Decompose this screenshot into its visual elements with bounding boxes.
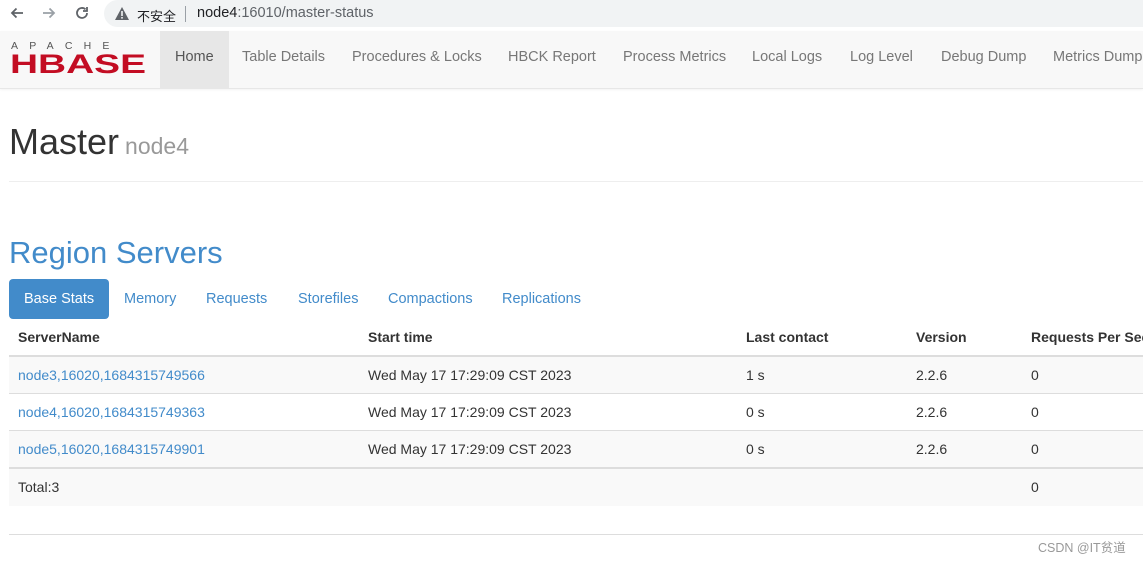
hbase-logo[interactable]: APACHE HBASE — [10, 39, 146, 75]
main-navbar: APACHE HBASE Home Table Details Procedures… — [0, 31, 1143, 89]
reload-icon — [76, 7, 88, 19]
section-title: Region Servers — [9, 235, 223, 270]
column-header[interactable]: Version — [916, 329, 967, 345]
browser-toolbar: 不安全 node4:16010/master-status — [0, 0, 1143, 27]
nav-item-process-metrics[interactable]: Process Metrics — [608, 31, 741, 88]
footer-divider — [9, 534, 1143, 535]
table-cell: 1 s — [746, 367, 765, 383]
tab-compactions[interactable]: Compactions — [373, 279, 488, 319]
nav-item-home[interactable]: Home — [160, 31, 229, 88]
server-name-link[interactable]: node3,16020,1684315749566 — [18, 367, 205, 383]
tab-storefiles[interactable]: Storefiles — [283, 279, 373, 319]
page-title-text: Master — [9, 121, 120, 162]
column-header[interactable]: Last contact — [746, 329, 828, 345]
table-cell: Wed May 17 17:29:09 CST 2023 — [368, 441, 572, 457]
page-title: Master node4 — [9, 120, 189, 168]
url-divider — [185, 6, 186, 22]
url-text[interactable]: node4:16010/master-status — [197, 5, 374, 21]
page-subtitle: node4 — [125, 133, 189, 159]
table-cell: 0 — [1031, 441, 1039, 457]
tab-memory[interactable]: Memory — [109, 279, 191, 319]
table-cell: Total:3 — [18, 479, 60, 495]
table-row: node3,16020,1684315749566 Wed May 17 17:2… — [9, 356, 1143, 394]
table-row: node4,16020,1684315749363 Wed May 17 17:2… — [9, 393, 1143, 431]
nav-item-debug-dump[interactable]: Debug Dump — [926, 31, 1041, 88]
url-host: node4 — [197, 5, 238, 21]
url-path: :16010/master-status — [237, 5, 374, 21]
tab-base-stats[interactable]: Base Stats — [9, 279, 110, 319]
table-row: node5,16020,1684315749901 Wed May 17 17:2… — [9, 430, 1143, 468]
table-cell: Wed May 17 17:29:09 CST 2023 — [368, 367, 572, 383]
watermark: CSDN @IT贫道 — [1038, 541, 1126, 555]
table-cell: 2.2.6 — [916, 404, 948, 420]
forward-arrow-icon — [43, 7, 56, 19]
tab-requests[interactable]: Requests — [191, 279, 282, 319]
table-cell: 2.2.6 — [916, 367, 948, 383]
server-name-link[interactable]: node4,16020,1684315749363 — [18, 404, 205, 420]
table-cell: Wed May 17 17:29:09 CST 2023 — [368, 404, 572, 420]
table-total-row: Total:3 0 — [9, 467, 1143, 506]
nav-item-hbck-report[interactable]: HBCK Report — [493, 31, 611, 88]
table-cell: 0 — [1031, 404, 1039, 420]
table-header: ServerName Start time Last contact Version R… — [9, 319, 1143, 357]
nav-item-local-logs[interactable]: Local Logs — [737, 31, 837, 88]
table-cell: 2.2.6 — [916, 441, 948, 457]
nav-item-metrics-dump[interactable]: Metrics Dump — [1038, 31, 1143, 88]
column-header[interactable]: ServerName — [18, 329, 100, 345]
back-button[interactable] — [7, 3, 27, 23]
table-cell: 0 s — [746, 441, 765, 457]
back-arrow-icon — [10, 7, 23, 19]
table-cell: 0 — [1031, 367, 1039, 383]
nav-item-log-level[interactable]: Log Level — [835, 31, 928, 88]
column-header[interactable]: Start time — [368, 329, 433, 345]
server-name-link[interactable]: node5,16020,1684315749901 — [18, 441, 205, 457]
insecure-label[interactable]: 不安全 — [137, 6, 176, 25]
header-divider — [9, 181, 1143, 182]
tab-replications[interactable]: Replications — [487, 279, 596, 319]
column-header[interactable]: Requests Per Second — [1031, 329, 1143, 345]
table-cell: 0 — [1031, 479, 1039, 495]
svg-text:HBASE: HBASE — [10, 49, 146, 75]
nav-item-procedures-locks[interactable]: Procedures & Locks — [337, 31, 497, 88]
nav-item-table-details[interactable]: Table Details — [227, 31, 340, 88]
table-cell: 0 s — [746, 404, 765, 420]
warning-icon[interactable] — [114, 6, 130, 21]
reload-button[interactable] — [72, 3, 92, 23]
forward-button[interactable] — [39, 3, 59, 23]
